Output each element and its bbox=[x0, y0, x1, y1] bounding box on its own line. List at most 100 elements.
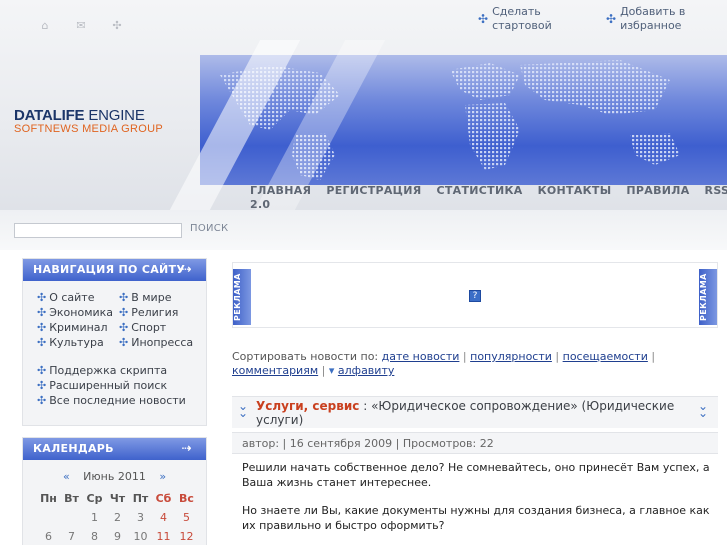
sidebar-item-label: О сайте bbox=[49, 291, 95, 304]
sort-by-views-link[interactable]: посещаемости bbox=[563, 350, 648, 363]
set-homepage-label: Сделать стартовой bbox=[492, 5, 552, 32]
main-nav: ГЛАВНАЯ РЕГИСТРАЦИЯ СТАТИСТИКА КОНТАКТЫ ПРАВ… bbox=[250, 184, 727, 210]
nav-register[interactable]: РЕГИСТРАЦИЯ bbox=[326, 184, 421, 197]
calendar-day bbox=[37, 508, 60, 527]
latest-news-link[interactable]: ✣ Все последние новости bbox=[37, 394, 206, 408]
search-input[interactable] bbox=[14, 223, 182, 238]
calendar-day: 6 bbox=[45, 530, 52, 543]
ad-banner: РЕКЛАМА ? РЕКЛАМА bbox=[232, 262, 718, 328]
calendar-weekdays: Пн Вт Ср Чт Пт Сб Вс bbox=[37, 489, 198, 508]
calendar-prev-button[interactable]: « bbox=[63, 470, 70, 483]
calendar-day: 7 bbox=[68, 530, 75, 543]
logo-brand: DATALIFE bbox=[14, 107, 85, 124]
site-navigation-title: НАВИГАЦИЯ ПО САЙТУ bbox=[33, 263, 186, 276]
cross-icon: ✣ bbox=[37, 379, 47, 392]
sidebar-item-culture[interactable]: ✣ Культура bbox=[37, 336, 119, 350]
news-title[interactable]: Услуги, сервис : «Юридическое сопровожде… bbox=[256, 399, 696, 427]
cross-icon: ✣ bbox=[37, 364, 47, 377]
sort-by-alphabet-link[interactable]: алфавиту bbox=[338, 364, 394, 377]
sidebar-item-label: Криминал bbox=[49, 321, 108, 334]
search-button[interactable]: ПОИСК bbox=[190, 223, 228, 234]
sidebar-item-label: Экономика bbox=[49, 306, 114, 319]
sidebar-item-crime[interactable]: ✣ Криминал bbox=[37, 321, 119, 335]
calendar-day: 5 bbox=[183, 511, 190, 524]
calendar-grid: Пн Вт Ср Чт Пт Сб Вс 1 2 3 4 5 6 7 8 9 1… bbox=[37, 489, 198, 545]
support-label: Поддержка скрипта bbox=[49, 364, 168, 377]
cross-icon: ✣ bbox=[606, 12, 617, 26]
cross-icon: ✣ bbox=[37, 306, 47, 319]
divider: | bbox=[555, 350, 560, 363]
nav-home[interactable]: ГЛАВНАЯ bbox=[250, 184, 311, 197]
ad-label-left: РЕКЛАМА bbox=[233, 269, 251, 325]
add-favorites-label: Добавить в избранное bbox=[620, 5, 686, 32]
sidebar-item-foreign-press[interactable]: ✣ Инопресса bbox=[119, 336, 209, 350]
sidebar-item-religion[interactable]: ✣ Религия bbox=[119, 306, 209, 320]
top-icons: ⌂ ✉ ✣ bbox=[38, 18, 124, 32]
calendar-day: 4 bbox=[160, 511, 167, 524]
calendar-next-button[interactable]: » bbox=[159, 470, 166, 483]
sidebar-item-label: Культура bbox=[49, 336, 104, 349]
broken-image-icon[interactable]: ? bbox=[469, 290, 481, 302]
sort-by-popularity-link[interactable]: популярности bbox=[470, 350, 552, 363]
calendar-title: КАЛЕНДАРЬ bbox=[33, 442, 114, 455]
calendar-week: 1 2 3 4 5 bbox=[37, 508, 198, 527]
search-bar: ПОИСК bbox=[0, 210, 727, 250]
sidebar-item-about[interactable]: ✣ О сайте bbox=[37, 291, 119, 305]
sitemap-icon[interactable]: ✣ bbox=[110, 18, 124, 32]
weekday: Чт bbox=[109, 492, 126, 505]
category-list: ✣ О сайте ✣ В мире ✣ Экономика ✣ Религия ✣ Кр… bbox=[23, 281, 206, 350]
weekday: Вт bbox=[64, 492, 79, 505]
news-title-separator: : bbox=[363, 399, 368, 413]
calendar-block: КАЛЕНДАРЬ ⇢ « Июнь 2011 » Пн Вт Ср Чт Пт… bbox=[22, 437, 207, 545]
nav-contacts[interactable]: КОНТАКТЫ bbox=[538, 184, 612, 197]
nav-stats[interactable]: СТАТИСТИКА bbox=[436, 184, 522, 197]
calendar-day: 9 bbox=[114, 530, 121, 543]
calendar-month: Июнь 2011 bbox=[83, 470, 146, 483]
arrow-right-icon: ⇢ bbox=[181, 441, 192, 455]
logo-subtitle: SOFTNEWS MEDIA GROUP bbox=[14, 123, 164, 135]
add-favorites-link[interactable]: ✣ Добавить в избранное bbox=[606, 5, 726, 33]
double-chevron-down-icon: ⌄ ⌄ bbox=[238, 399, 249, 420]
sidebar-item-world[interactable]: ✣ В мире bbox=[119, 291, 209, 305]
calendar-header: КАЛЕНДАРЬ ⇢ bbox=[23, 438, 206, 460]
logo-title: DATALIFE ENGINE bbox=[14, 107, 163, 124]
logo-engine: ENGINE bbox=[88, 107, 145, 124]
divider: | bbox=[462, 350, 467, 363]
site-navigation-header: НАВИГАЦИЯ ПО САЙТУ ⇢ bbox=[23, 259, 206, 281]
cross-icon: ✣ bbox=[37, 336, 47, 349]
news-category[interactable]: Услуги, сервис bbox=[256, 399, 359, 413]
sort-by-date-link[interactable]: дате новости bbox=[382, 350, 460, 363]
sidebar-item-sport[interactable]: ✣ Спорт bbox=[119, 321, 209, 335]
nav-rules[interactable]: ПРАВИЛА bbox=[626, 184, 689, 197]
home-icon[interactable]: ⌂ bbox=[38, 18, 52, 32]
sort-direction-icon: ▾ bbox=[328, 364, 335, 377]
sidebar-item-economy[interactable]: ✣ Экономика bbox=[37, 306, 119, 320]
news-body: Решили начать собственное дело? Не сомне… bbox=[242, 460, 712, 545]
cross-icon: ✣ bbox=[37, 291, 47, 304]
sidebar-item-label: Религия bbox=[131, 306, 179, 319]
calendar-day: 8 bbox=[91, 530, 98, 543]
set-homepage-link[interactable]: ✣ Сделать стартовой bbox=[478, 5, 598, 33]
weekday: Сб bbox=[155, 492, 172, 505]
latest-news-label: Все последние новости bbox=[49, 394, 186, 407]
sort-prefix: Сортировать новости по: bbox=[232, 350, 379, 363]
weekday: Пт bbox=[132, 492, 149, 505]
double-chevron-down-icon[interactable]: ⌄ ⌄ bbox=[698, 400, 708, 419]
cross-icon: ✣ bbox=[119, 291, 129, 304]
divider: | bbox=[321, 364, 326, 377]
mail-icon[interactable]: ✉ bbox=[74, 18, 88, 32]
sort-by-comments-link[interactable]: комментариям bbox=[232, 364, 318, 377]
news-paragraph: Решили начать собственное дело? Не сомне… bbox=[242, 461, 710, 489]
site-navigation-block: НАВИГАЦИЯ ПО САЙТУ ⇢ ✣ О сайте ✣ В мире ✣ Э… bbox=[22, 258, 207, 426]
cross-icon: ✣ bbox=[119, 306, 129, 319]
site-logo[interactable]: DATALIFE ENGINE SOFTNEWS MEDIA GROUP bbox=[14, 107, 163, 135]
news-paragraph: Но знаете ли Вы, какие документы нужны д… bbox=[242, 504, 710, 532]
cross-icon: ✣ bbox=[119, 336, 129, 349]
ad-label-right: РЕКЛАМА bbox=[699, 269, 717, 325]
calendar-week: 6 7 8 9 10 11 12 bbox=[37, 527, 198, 545]
sidebar-item-label: Инопресса bbox=[131, 336, 194, 349]
advanced-search-link[interactable]: ✣ Расширенный поиск bbox=[37, 379, 206, 393]
news-meta: автор: | 16 сентября 2009 | Просмотров: … bbox=[232, 432, 718, 454]
cross-icon: ✣ bbox=[37, 394, 47, 407]
support-link[interactable]: ✣ Поддержка скрипта bbox=[37, 364, 206, 378]
